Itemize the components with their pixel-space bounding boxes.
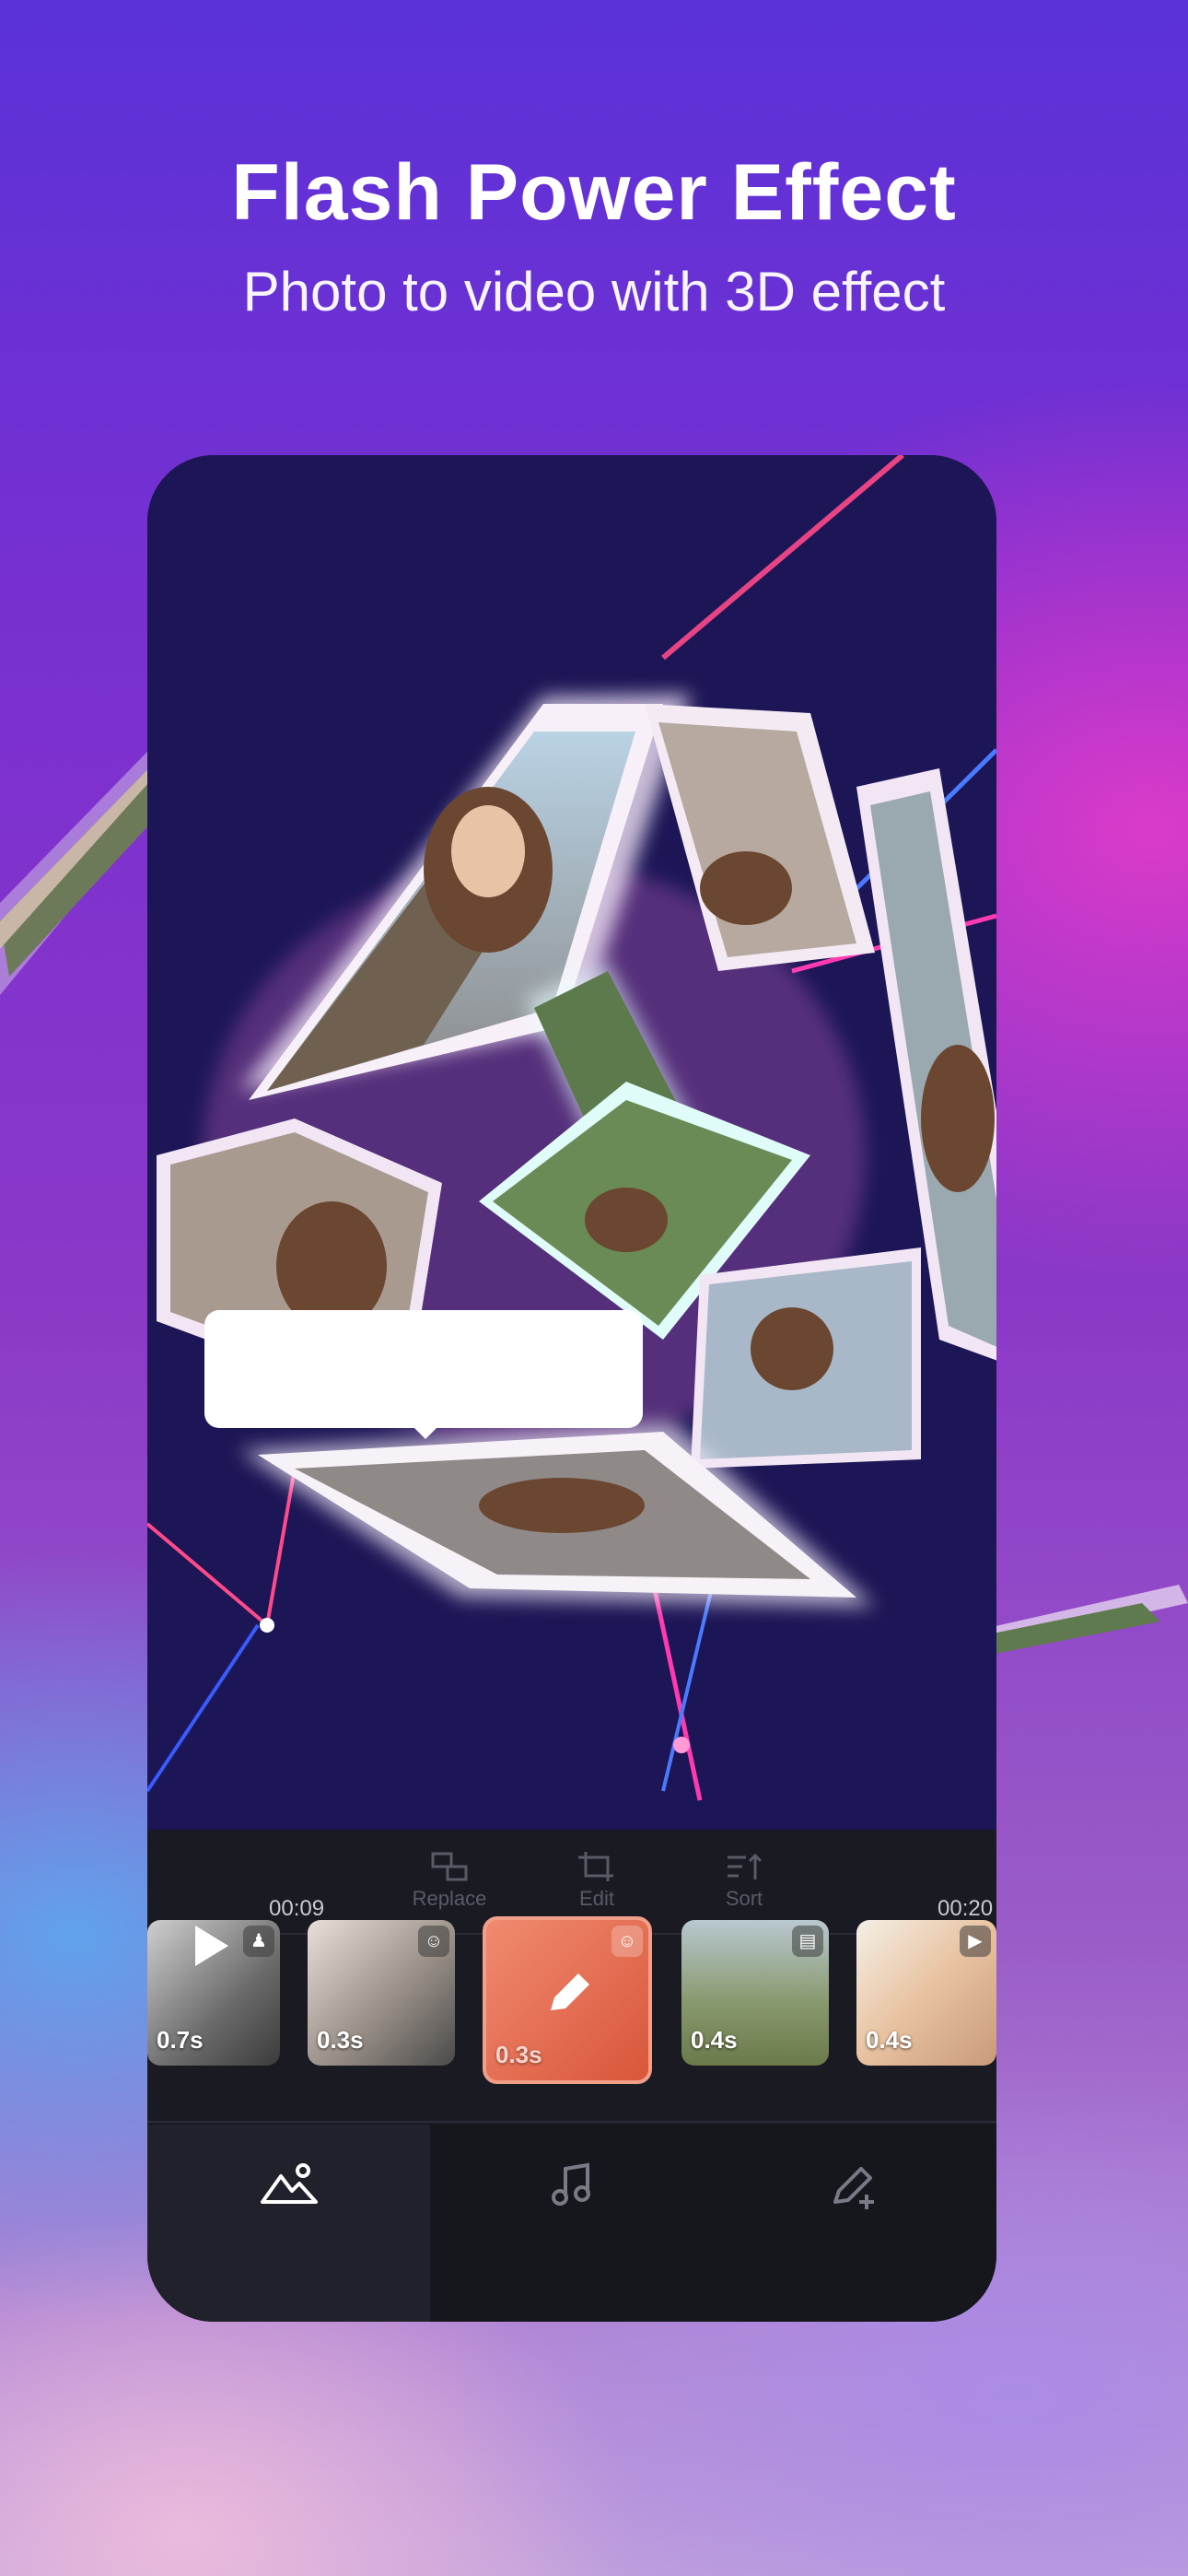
- edit-button[interactable]: Edit: [532, 1850, 661, 1911]
- timeline-start-time: 00:09: [269, 1896, 325, 1921]
- clip-duration: 0.7s: [157, 2026, 204, 2054]
- replace-button[interactable]: Replace: [385, 1850, 514, 1911]
- bottom-tab-bar: [147, 2125, 996, 2322]
- clip-duration: 0.4s: [691, 2026, 738, 2054]
- video-icon: ▶: [960, 1926, 991, 1957]
- person-icon: ♟: [243, 1926, 274, 1957]
- tab-photos[interactable]: [147, 2125, 430, 2322]
- replace-icon: [431, 1852, 468, 1881]
- 3d-photo-cube-scene: [147, 455, 996, 1801]
- image-icon: ▤: [792, 1926, 823, 1957]
- sort-button[interactable]: Sort: [680, 1850, 809, 1911]
- play-icon[interactable]: [195, 1926, 228, 1966]
- clip-duration: 0.3s: [495, 2041, 542, 2068]
- edit-panel: Replace Edit Sort 00:09 00:20 ♟ 0.7s ☺ 0…: [147, 1830, 996, 2121]
- crop-icon: [578, 1852, 613, 1881]
- replace-label: Replace: [412, 1887, 487, 1910]
- face-icon: ☺: [611, 1926, 643, 1957]
- sort-label: Sort: [725, 1887, 763, 1910]
- tab-music[interactable]: [430, 2125, 713, 2322]
- timeline-clip[interactable]: ▶ 0.4s: [856, 1920, 996, 2066]
- pencil-icon: [551, 1973, 589, 2010]
- edit-label: Edit: [579, 1887, 614, 1910]
- video-preview[interactable]: [147, 455, 996, 1830]
- sort-icon: [728, 1853, 763, 1879]
- timeline-clip[interactable]: ▤ 0.4s: [681, 1920, 829, 2066]
- clip-duration: 0.3s: [317, 2026, 364, 2054]
- headline-subtitle: Photo to video with 3D effect: [242, 261, 946, 322]
- face-icon: ☺: [418, 1926, 449, 1957]
- tab-edit[interactable]: [713, 2125, 996, 2322]
- headline-title: Flash Power Effect: [231, 148, 957, 237]
- music-note-icon: [551, 2162, 590, 2206]
- panel-divider: [147, 2121, 996, 2123]
- clip-duration: 0.4s: [866, 2026, 913, 2054]
- timeline-end-time: 00:20: [938, 1896, 994, 1921]
- timeline-clip[interactable]: ☺ 0.3s: [308, 1920, 455, 2066]
- timeline-clip-selected[interactable]: ☺ 0.3s: [483, 1916, 652, 2084]
- pencil-plus-icon: [833, 2167, 874, 2209]
- landscape-icon: [260, 2163, 318, 2204]
- toolbar-tooltip: [204, 1310, 643, 1439]
